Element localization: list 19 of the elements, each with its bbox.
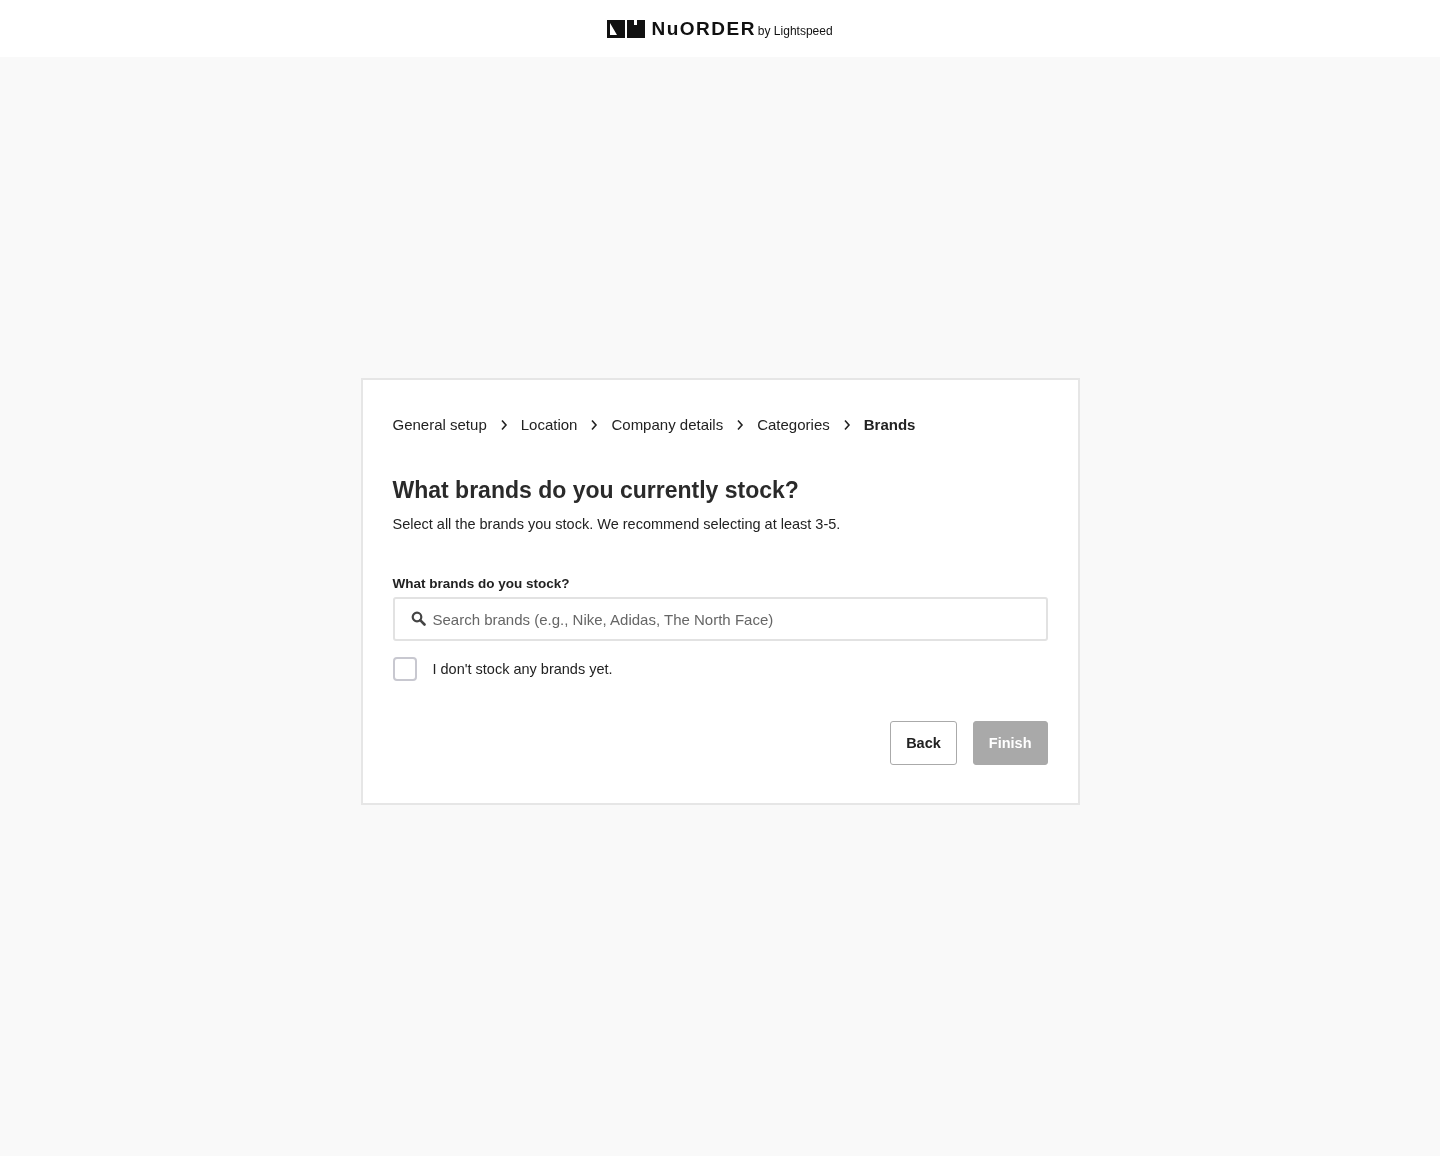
logo-icon [607,19,646,38]
checkbox-label: I don't stock any brands yet. [432,661,613,677]
chevron-right-icon [736,418,745,431]
action-button[interactable]: Back [890,721,957,765]
breadcrumb-link[interactable]: General setup [392,416,487,433]
chevron-right-icon [590,418,599,431]
field-label: What brands do you stock? [392,576,571,591]
search-field[interactable]: Search brands (e.g., Nike, Adidas, The North Face) [392,597,1048,641]
breadcrumb-link[interactable]: Company details [611,416,724,433]
logo-suffix: by Lightspeed [757,23,833,38]
chevron-right-icon [499,418,508,431]
checkbox[interactable] [392,657,417,681]
logo-name: NuORDER [651,17,756,40]
breadcrumb-link[interactable]: Location [520,416,578,433]
breadcrumb-link[interactable]: Brands [863,416,916,433]
chevron-right-icon [842,418,851,431]
page-subtitle: Select all the brands you stock. We recommend selecting at least 3-5. [392,516,842,532]
breadcrumb-link[interactable]: Categories [757,416,830,433]
page-title: What brands do you currently stock? [392,477,800,504]
